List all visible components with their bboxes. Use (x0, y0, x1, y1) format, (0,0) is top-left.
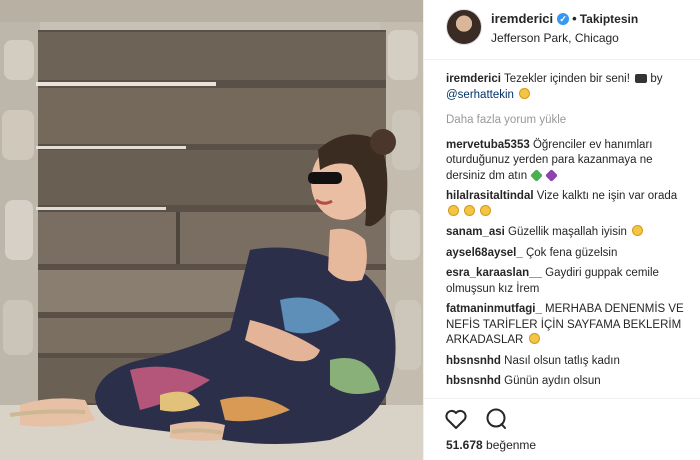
smile-emoji-icon (528, 333, 540, 344)
green-heart-emoji-icon (530, 168, 544, 182)
post-photo[interactable] (0, 0, 423, 460)
comments-section: iremderici Tezekler içinden bir seni! by… (446, 72, 690, 395)
comment-item: hbsnsnhd Günün aydın olsun (446, 374, 690, 390)
comment-username[interactable]: hilalrasitaltindal (446, 190, 534, 202)
verified-badge-icon: ✓ (557, 13, 570, 25)
likes-label: beğenme (486, 438, 537, 452)
grin-emoji-icon (448, 204, 459, 216)
caption-by: by (650, 73, 663, 85)
likes-number: 51.678 (446, 438, 483, 452)
comment-text: Güzellik maşallah iyisin (508, 226, 627, 238)
location-link[interactable]: Jefferson Park, Chicago (491, 31, 619, 45)
comment-item: hbsnsnhd Nasıl olsun tatlış kadın (446, 354, 690, 370)
caption-text: Tezekler içinden bir seni! (503, 73, 630, 85)
comment-username[interactable]: aysel68aysel_ (446, 247, 523, 259)
separator-dot: • (572, 11, 577, 26)
likes-count[interactable]: 51.678 beğenme (446, 438, 536, 452)
post-header: iremderici ✓ • Takiptesin Jefferson Park, C… (424, 0, 700, 60)
comment-username[interactable]: esra_karaaslan__ (446, 267, 542, 279)
camera-emoji-icon (635, 74, 648, 83)
caption: iremderici Tezekler içinden bir seni! by… (446, 72, 690, 103)
avatar[interactable] (446, 9, 482, 45)
comment-item: esra_karaaslan__ Gaydiri guppak cemile o… (446, 266, 690, 297)
header-username[interactable]: iremderici (491, 11, 553, 26)
caption-mention-link[interactable]: @serhattekin (446, 89, 514, 101)
instagram-post: iremderici ✓ • Takiptesin Jefferson Park, C… (0, 0, 700, 460)
heart-icon[interactable] (444, 407, 468, 431)
comment-item: aysel68aysel_ Çok fena güzelsin (446, 246, 690, 262)
comment-text: Vize kalktı ne işin var orada (536, 190, 678, 202)
comment-text: Nasıl olsun tatlış kadın (504, 354, 620, 367)
caption-username[interactable]: iremderici (446, 73, 501, 85)
comment-username[interactable]: fatmaninmutfagi_ (446, 303, 542, 315)
comment-bubble-icon[interactable] (484, 407, 508, 431)
comment-item: fatmaninmutfagi_ MERHABA DENENMİS VE NEF… (446, 302, 690, 349)
header-user-line: iremderici ✓ • Takiptesin (491, 11, 638, 26)
grin-emoji-icon (464, 204, 476, 216)
follow-status-button[interactable]: Takiptesin (580, 12, 638, 26)
face-emoji-icon (632, 225, 644, 236)
comment-username[interactable]: sanam_asi (446, 226, 505, 238)
comment-username[interactable]: hbsnsnhd (446, 375, 501, 387)
comment-username[interactable]: mervetuba5353 (446, 139, 530, 151)
purple-heart-emoji-icon (544, 168, 558, 182)
action-bar (444, 407, 520, 433)
actions-divider (424, 398, 700, 399)
comment-item: mervetuba5353 Öğrenciler ev hanımları ot… (446, 138, 690, 185)
post-side-panel: iremderici ✓ • Takiptesin Jefferson Park, C… (423, 0, 700, 460)
comment-username[interactable]: hbsnsnhd (446, 355, 501, 367)
comment-item: hilalrasitaltindal Vize kalktı ne işin v… (446, 189, 690, 220)
grin-emoji-icon (519, 87, 531, 99)
comment-text: Çok fena güzelsin (525, 246, 618, 259)
comment-text: Günün aydın olsun (504, 375, 601, 387)
comment-item: sanam_asi Güzellik maşallah iyisin (446, 225, 690, 241)
load-more-comments-button[interactable]: Daha fazla yorum yükle (446, 113, 690, 129)
photo-illustration (0, 0, 423, 460)
grin-emoji-icon (480, 204, 492, 216)
